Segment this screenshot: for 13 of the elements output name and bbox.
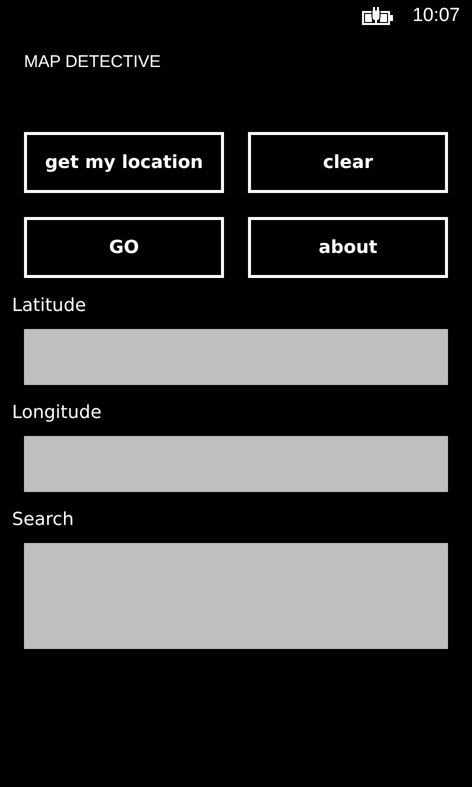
action-button[interactable]: GO [24, 217, 224, 278]
action-button[interactable]: get my location [24, 132, 224, 193]
clock-time: 10:07 [412, 5, 460, 27]
input-field[interactable] [24, 436, 448, 492]
field-label: Latitude [12, 295, 86, 316]
input-field[interactable] [24, 543, 448, 649]
input-field[interactable] [24, 329, 448, 385]
action-button[interactable]: about [248, 217, 448, 278]
action-button[interactable]: clear [248, 132, 448, 193]
app-title: MAP DETECTIVE [24, 52, 161, 72]
field-label: Longitude [12, 402, 102, 423]
battery-charging-icon [362, 7, 394, 25]
field-label: Search [12, 509, 74, 530]
